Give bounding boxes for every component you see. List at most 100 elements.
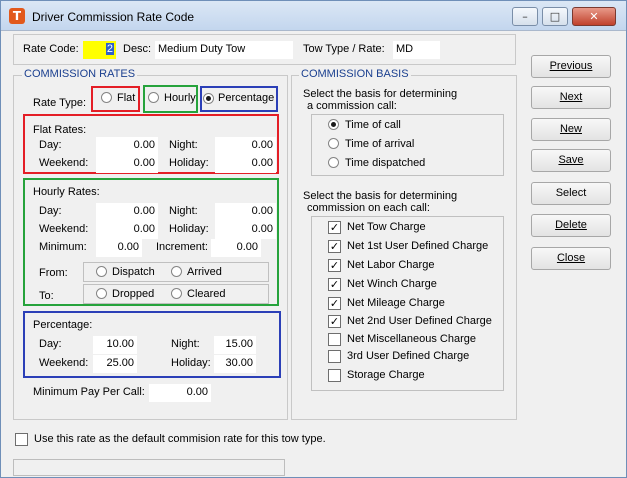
charge-storage-checkbox[interactable] — [328, 369, 341, 382]
status-bar — [13, 459, 285, 476]
previous-button[interactable]: Previous — [531, 55, 611, 78]
hourly-night-field[interactable]: 0.00 — [215, 203, 276, 221]
new-button[interactable]: New — [531, 118, 611, 141]
next-button-label: Next — [559, 91, 583, 103]
save-button[interactable]: Save — [531, 149, 611, 172]
close-button[interactable]: Close — [531, 247, 611, 270]
min-pay-field[interactable]: 0.00 — [149, 384, 211, 402]
hourly-increment-field[interactable]: 0.00 — [211, 239, 261, 257]
hourly-minimum-field[interactable]: 0.00 — [96, 239, 142, 257]
charge-net-1st-user-checkbox[interactable]: ✓ — [328, 240, 341, 253]
desc-field[interactable]: Medium Duty Tow — [155, 41, 293, 59]
percentage-title: Percentage: — [33, 319, 93, 331]
tow-type-field[interactable]: MD — [393, 41, 440, 59]
basis-prompt-line1: Select the basis for determining — [303, 88, 458, 100]
default-rate-checkbox[interactable] — [15, 433, 28, 446]
charges-prompt-line1: Select the basis for determining — [303, 190, 458, 202]
title-bar[interactable]: T Driver Commission Rate Code – □ ✕ — [1, 1, 626, 31]
percentage-day-label: Day: — [39, 338, 62, 350]
flat-holiday-field[interactable]: 0.00 — [215, 155, 276, 173]
close-window-button[interactable]: ✕ — [572, 7, 616, 26]
basis-prompt-line2: a commission call: — [307, 100, 397, 112]
rate-type-label: Rate Type: — [33, 97, 86, 109]
delete-button-label: Delete — [555, 219, 587, 231]
rate-code-field[interactable]: 2 — [83, 41, 116, 59]
percentage-holiday-label: Holiday: — [171, 357, 211, 369]
charge-net-winch-checkbox[interactable]: ✓ — [328, 278, 341, 291]
rate-type-flat-radio[interactable] — [101, 92, 112, 103]
hourly-to-label: To: — [39, 290, 54, 302]
charge-3rd-user-label: 3rd User Defined Charge — [347, 350, 470, 362]
flat-weekend-field[interactable]: 0.00 — [96, 155, 158, 173]
flat-day-field[interactable]: 0.00 — [96, 137, 158, 155]
maximize-button[interactable]: □ — [542, 7, 568, 26]
flat-rates-title: Flat Rates: — [33, 124, 87, 136]
close-button-label: Close — [556, 252, 586, 264]
rate-type-flat-label: Flat — [117, 92, 136, 104]
rate-type-percentage-radio[interactable] — [203, 93, 214, 104]
close-icon: ✕ — [589, 10, 599, 23]
charge-net-misc-checkbox[interactable] — [328, 333, 341, 346]
percentage-weekend-label: Weekend: — [39, 357, 89, 369]
to-dropped-label: Dropped — [112, 288, 155, 300]
hourly-day-field[interactable]: 0.00 — [96, 203, 158, 221]
desc-label: Desc: — [123, 43, 152, 55]
flat-holiday-label: Holiday: — [169, 157, 209, 169]
charge-net-misc-label: Net Miscellaneous Charge — [347, 333, 477, 345]
hourly-weekend-field[interactable]: 0.00 — [96, 221, 158, 239]
minimize-icon: – — [522, 10, 528, 23]
basis-time-of-call-radio[interactable] — [328, 119, 339, 130]
charge-net-winch-label: Net Winch Charge — [347, 278, 437, 290]
hourly-day-label: Day: — [39, 205, 62, 217]
new-button-label: New — [559, 123, 582, 135]
rate-type-hourly-radio[interactable] — [148, 92, 159, 103]
rate-type-hourly-label: Hourly — [164, 92, 196, 104]
basis-time-of-arrival-label: Time of arrival — [345, 138, 415, 150]
hourly-night-label: Night: — [169, 205, 198, 217]
hourly-holiday-field[interactable]: 0.00 — [215, 221, 276, 239]
percentage-night-field[interactable]: 15.00 — [214, 336, 256, 354]
percentage-night-label: Night: — [171, 338, 200, 350]
basis-time-dispatched-label: Time dispatched — [345, 157, 426, 169]
from-dispatch-label: Dispatch — [112, 266, 155, 278]
next-button[interactable]: Next — [531, 86, 611, 109]
hourly-weekend-label: Weekend: — [39, 223, 89, 235]
rate-code-label: Rate Code: — [23, 43, 79, 55]
charge-net-tow-checkbox[interactable]: ✓ — [328, 221, 341, 234]
flat-night-field[interactable]: 0.00 — [215, 137, 276, 155]
from-arrived-label: Arrived — [187, 266, 222, 278]
percentage-day-field[interactable]: 10.00 — [93, 336, 137, 354]
select-button[interactable]: Select — [531, 182, 611, 205]
hourly-holiday-label: Holiday: — [169, 223, 209, 235]
percentage-weekend-field[interactable]: 25.00 — [93, 355, 137, 373]
flat-night-label: Night: — [169, 139, 198, 151]
basis-time-dispatched-radio[interactable] — [328, 157, 339, 168]
basis-time-of-arrival-radio[interactable] — [328, 138, 339, 149]
to-cleared-radio[interactable] — [171, 288, 182, 299]
minimize-button[interactable]: – — [512, 7, 538, 26]
hourly-minimum-label: Minimum: — [39, 241, 87, 253]
hourly-from-label: From: — [39, 267, 68, 279]
default-rate-label: Use this rate as the default commision r… — [34, 433, 326, 445]
from-dispatch-radio[interactable] — [96, 266, 107, 277]
previous-button-label: Previous — [549, 60, 593, 72]
hourly-rates-title: Hourly Rates: — [33, 186, 100, 198]
delete-button[interactable]: Delete — [531, 214, 611, 237]
charge-3rd-user-checkbox[interactable] — [328, 350, 341, 363]
app-logo-icon: T — [9, 8, 25, 24]
to-dropped-radio[interactable] — [96, 288, 107, 299]
from-arrived-radio[interactable] — [171, 266, 182, 277]
charges-prompt-line2: commission on each call: — [307, 202, 430, 214]
commission-basis-title: COMMISSION BASIS — [299, 68, 411, 80]
charge-net-tow-label: Net Tow Charge — [347, 221, 426, 233]
charge-net-mileage-checkbox[interactable]: ✓ — [328, 297, 341, 310]
charge-net-1st-user-label: Net 1st User Defined Charge — [347, 240, 489, 252]
charge-net-labor-label: Net Labor Charge — [347, 259, 435, 271]
save-button-label: Save — [558, 154, 584, 166]
hourly-increment-label: Increment: — [156, 241, 208, 253]
window-title: Driver Commission Rate Code — [32, 10, 195, 24]
charge-net-labor-checkbox[interactable]: ✓ — [328, 259, 341, 272]
percentage-holiday-field[interactable]: 30.00 — [214, 355, 256, 373]
commission-rates-title: COMMISSION RATES — [22, 68, 138, 80]
charge-net-2nd-user-checkbox[interactable]: ✓ — [328, 315, 341, 328]
